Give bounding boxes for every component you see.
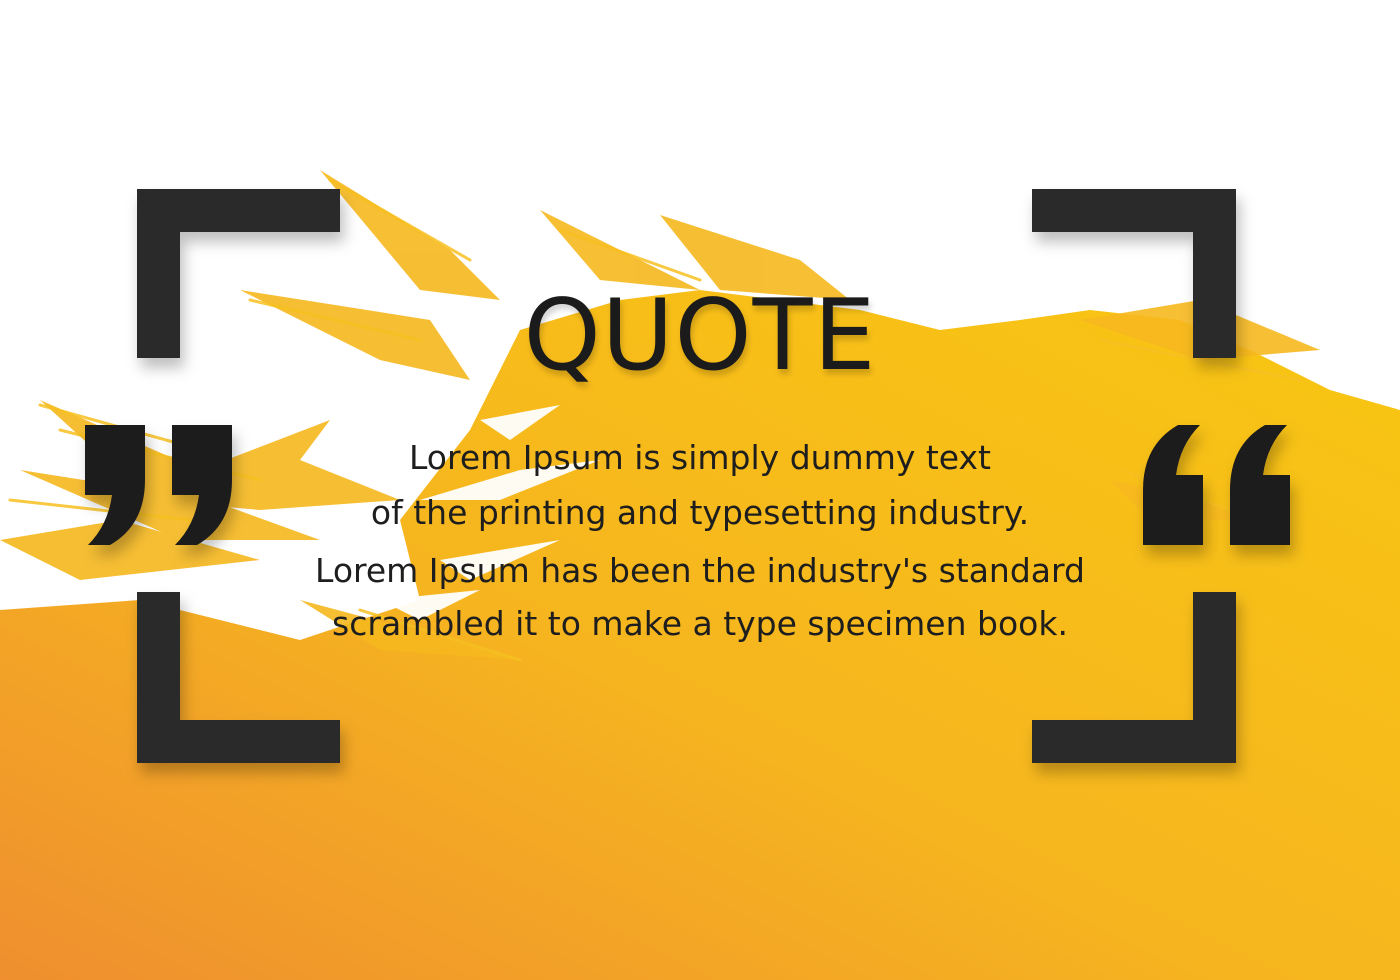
quote-line-1: Lorem Ipsum is simply dummy text: [409, 438, 991, 477]
quote-line-4: scrambled it to make a type specimen boo…: [332, 604, 1068, 643]
quote-line-3: Lorem Ipsum has been the industry's stan…: [315, 551, 1085, 590]
quote-title: QUOTE: [523, 279, 877, 393]
brush-background: [0, 170, 1400, 980]
quote-line-2: of the printing and typesetting industry…: [370, 493, 1030, 532]
quote-banner: QUOTE Lorem Ipsum is simply dummy text o…: [0, 0, 1400, 980]
